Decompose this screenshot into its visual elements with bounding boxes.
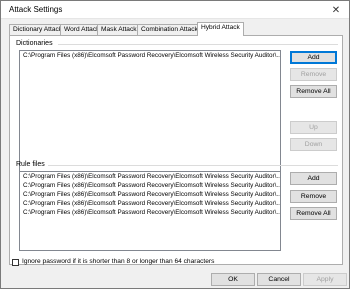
tab-dictionary-attack[interactable]: Dictionary Attack [9,24,67,35]
rule-files-add-button[interactable]: Add [290,172,337,185]
ignore-password-label[interactable]: Ignore password if it is shorter than 8 … [22,258,214,265]
tab-mask-attack[interactable]: Mask Attack [97,24,141,35]
rule-files-remove-all-button[interactable]: Remove All [290,207,337,220]
title-bar: Attack Settings ✕ [1,1,349,19]
tab-combination-attack[interactable]: Combination Attack [137,24,202,35]
rule-files-divider [48,165,338,166]
cancel-button[interactable]: Cancel [257,273,301,286]
rule-file-list-item[interactable]: C:\Program Files (x86)\Elcomsoft Passwor… [20,181,280,190]
rule-file-list-item[interactable]: C:\Program Files (x86)\Elcomsoft Passwor… [20,208,280,217]
ignore-password-checkbox[interactable] [12,259,19,266]
attack-settings-dialog: Attack Settings ✕ Dictionary Attack Word… [0,0,350,289]
rule-files-label: Rule files [16,161,45,168]
rule-file-list-item[interactable]: C:\Program Files (x86)\Elcomsoft Passwor… [20,172,280,181]
close-icon[interactable]: ✕ [327,3,345,17]
tab-hybrid-attack[interactable]: Hybrid Attack [197,22,244,36]
dictionaries-up-button[interactable]: Up [290,121,337,134]
hybrid-attack-panel: Dictionaries C:\Program Files (x86)\Elco… [9,35,343,265]
rule-file-list-item[interactable]: C:\Program Files (x86)\Elcomsoft Passwor… [20,190,280,199]
rule-files-remove-button[interactable]: Remove [290,190,337,203]
ok-button[interactable]: OK [211,273,255,286]
dictionaries-add-button[interactable]: Add [290,51,337,64]
apply-button[interactable]: Apply [303,273,347,286]
dictionaries-remove-all-button[interactable]: Remove All [290,85,337,98]
rule-files-list[interactable]: C:\Program Files (x86)\Elcomsoft Passwor… [19,171,281,251]
window-title: Attack Settings [9,5,63,14]
rule-file-list-item[interactable]: C:\Program Files (x86)\Elcomsoft Passwor… [20,199,280,208]
dictionaries-down-button[interactable]: Down [290,138,337,151]
dictionaries-divider [58,44,338,45]
dictionary-list-item[interactable]: C:\Program Files (x86)\Elcomsoft Passwor… [20,51,280,60]
dictionaries-remove-button[interactable]: Remove [290,68,337,81]
dictionaries-label: Dictionaries [16,40,53,47]
